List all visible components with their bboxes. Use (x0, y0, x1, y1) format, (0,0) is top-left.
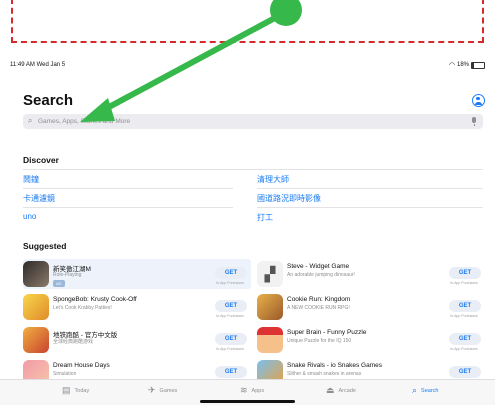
discover-link[interactable]: 鬧鐘 (23, 174, 39, 185)
tab-apps[interactable]: ≋ Apps (240, 386, 264, 395)
annotation-area (0, 0, 495, 58)
app-name: SpongeBob: Krusty Cook-Off (53, 296, 137, 303)
tab-today[interactable]: ▤ Today (62, 386, 89, 395)
tab-label: Arcade (338, 387, 356, 394)
search-field[interactable]: ⌕ (23, 114, 483, 129)
annotation-dashed-box (11, 0, 484, 43)
suggested-heading: Suggested (23, 241, 67, 251)
discover-heading: Discover (23, 155, 59, 165)
magnifier-icon: ⌕ (28, 116, 33, 125)
app-name: Super Brain - Funny Puzzle (287, 329, 367, 336)
app-subtitle: Role-Playing (53, 272, 82, 278)
app-icon (257, 327, 283, 353)
in-app-note: In-App Purchases (450, 314, 478, 318)
app-icon (23, 327, 49, 353)
get-button[interactable]: GET (449, 267, 481, 279)
get-button[interactable]: GET (215, 333, 247, 345)
get-button[interactable]: GET (215, 300, 247, 312)
divider (23, 207, 233, 208)
discover-link[interactable]: 打工 (257, 212, 273, 223)
account-avatar-icon[interactable] (472, 94, 485, 107)
discover-link[interactable]: uno (23, 212, 36, 221)
get-button[interactable]: GET (215, 267, 247, 279)
status-time: 11:49 AM Wed Jan 5 (10, 62, 66, 68)
tab-label: Games (159, 387, 178, 394)
divider (23, 169, 483, 170)
app-name: Snake Rivals - io Snakes Games (287, 362, 383, 369)
app-icon (23, 294, 49, 320)
in-app-note: In-App Purchases (450, 347, 478, 351)
app-subtitle: Simulation (53, 371, 77, 377)
get-button[interactable]: GET (449, 333, 481, 345)
app-name: Dream House Days (53, 362, 110, 369)
microphone-icon[interactable] (472, 117, 476, 126)
tab-search[interactable]: ⌕ Search (412, 386, 438, 395)
app-icon (23, 261, 49, 287)
in-app-note: In-App Purchases (216, 347, 244, 351)
suggested-app-row[interactable]: ▞ Steve - Widget Game An adorable jumpin… (257, 259, 483, 289)
app-subtitle: Let's Cook Krabby Patties! (53, 305, 112, 311)
suggested-app-row[interactable]: Dream House Days Simulation GET (23, 358, 251, 379)
tab-label: Apps (251, 387, 265, 394)
search-icon: ⌕ (412, 385, 418, 395)
in-app-note: In-App Purchases (450, 281, 478, 285)
app-icon (23, 360, 49, 379)
get-button[interactable]: GET (449, 300, 481, 312)
suggested-app-row[interactable]: SpongeBob: Krusty Cook-Off Let's Cook Kr… (23, 292, 251, 322)
suggested-app-row[interactable]: Super Brain - Funny Puzzle Unique Puzzle… (257, 325, 483, 355)
divider (257, 188, 483, 189)
suggested-app-row[interactable]: Snake Rivals - io Snakes Games Slither &… (257, 358, 483, 379)
app-subtitle: An adorable jumping dinosaur! (287, 272, 355, 278)
page-title: Search (23, 92, 74, 109)
home-indicator (200, 400, 295, 403)
suggested-app-row[interactable]: 地铁跑酷 - 官方中文版 全球经典跑酷游戏 GET In-App Purchas… (23, 325, 251, 355)
battery-percent: 18% (456, 62, 469, 68)
arcade-icon: ⏏ (326, 385, 335, 395)
tab-arcade[interactable]: ⏏ Arcade (326, 386, 356, 395)
dinosaur-icon: ▞ (257, 261, 283, 287)
get-button[interactable]: GET (449, 366, 481, 378)
search-input[interactable] (38, 114, 458, 129)
divider (257, 207, 483, 208)
suggested-app-row[interactable]: Cookie Run: Kingdom A NEW COOKIE RUN RPG… (257, 292, 483, 322)
today-icon: ▤ (62, 385, 71, 395)
app-subtitle: 全球经典跑酷游戏 (53, 339, 94, 345)
ad-badge: AD (53, 280, 65, 287)
in-app-note: In-App Purchases (216, 281, 244, 285)
app-subtitle: Unique Puzzle for the IQ 150 (287, 338, 352, 344)
discover-link[interactable]: 國道路況即時影像 (257, 193, 321, 204)
apps-icon: ≋ (240, 385, 248, 395)
tab-games[interactable]: ✈ Games (148, 386, 177, 395)
discover-link[interactable]: 卡通濾鏡 (23, 193, 55, 204)
tab-label: Search (421, 387, 439, 394)
app-icon (257, 360, 283, 379)
app-subtitle: Slither & smash snakes in arenas (287, 371, 362, 377)
wifi-icon: ◠ (448, 62, 455, 69)
status-indicators: ◠ 18% (449, 61, 485, 69)
suggested-app-row[interactable]: 新笑傲江湖M Role-Playing AD GET In-App Purcha… (23, 259, 251, 289)
get-button[interactable]: GET (215, 366, 247, 378)
app-icon (257, 294, 283, 320)
divider (23, 188, 233, 189)
app-name: Steve - Widget Game (287, 263, 350, 270)
app-subtitle: A NEW COOKIE RUN RPG! (287, 305, 350, 311)
discover-link[interactable]: 清理大師 (257, 174, 289, 185)
battery-icon (471, 61, 485, 69)
tab-label: Today (74, 387, 90, 394)
status-bar: 11:49 AM Wed Jan 5 ◠ 18% (0, 58, 495, 72)
app-name: Cookie Run: Kingdom (287, 296, 351, 303)
games-icon: ✈ (148, 385, 156, 395)
in-app-note: In-App Purchases (216, 314, 244, 318)
